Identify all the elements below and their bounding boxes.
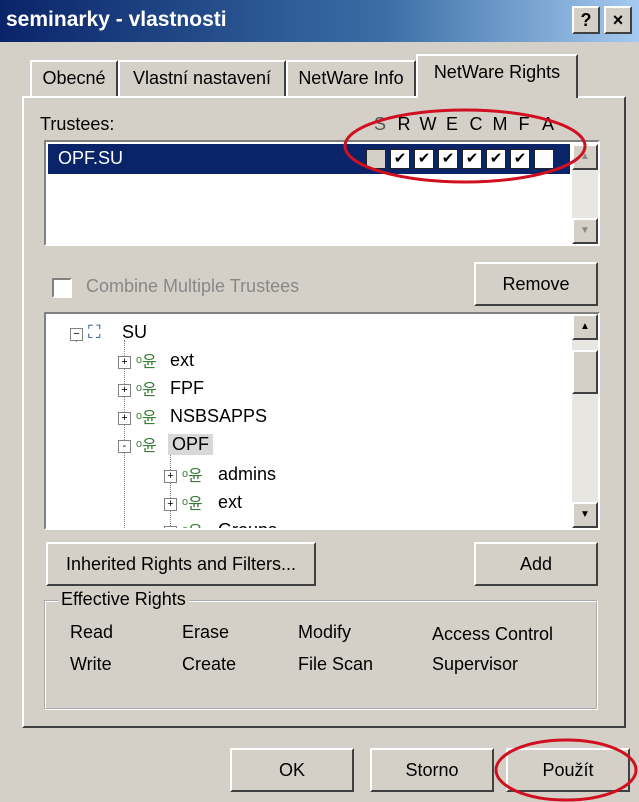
right-erase: Erase [182, 622, 230, 642]
expander-admins[interactable]: + [164, 470, 177, 483]
ok-button[interactable]: OK [230, 748, 354, 792]
right-modify: Modify [298, 622, 352, 642]
expander-su[interactable]: − [70, 328, 83, 341]
remove-button[interactable]: Remove [474, 262, 598, 306]
window-title: seminarky - vlastnosti [6, 8, 227, 31]
container-icon: ᵒ윤 [182, 496, 203, 513]
right-supervisor: Supervisor [432, 654, 519, 674]
title-bar: seminarky - vlastnosti ? × [0, 0, 639, 42]
container-icon: ᵒ윤 [136, 354, 157, 371]
combine-trustees-label: Combine Multiple Trustees [86, 276, 300, 296]
right-read: Read [70, 622, 114, 642]
container-icon: ᵒ윤 [182, 518, 203, 528]
scroll-down-icon[interactable]: ▼ [572, 502, 598, 528]
scroll-thumb[interactable] [572, 350, 598, 394]
expander-ext[interactable]: + [118, 356, 131, 369]
close-button[interactable]: × [604, 6, 632, 34]
scroll-down-icon[interactable]: ▼ [572, 218, 598, 244]
container-icon: ᵒ윤 [136, 410, 157, 427]
right-create: Create [182, 654, 237, 674]
right-file-scan: File Scan [298, 654, 374, 674]
tree-scrollbar[interactable]: ▲ ▼ [572, 314, 598, 528]
tree-node-opf[interactable]: OPF [168, 434, 214, 455]
tree-node-su[interactable]: SU [122, 322, 147, 343]
expander-opf[interactable]: - [118, 440, 131, 453]
right-access-control: Access Control [432, 624, 554, 644]
trustee-name: OPF.SU [58, 148, 124, 168]
add-button[interactable]: Add [474, 542, 598, 586]
annotation-ellipse-rights [343, 108, 587, 184]
help-button[interactable]: ? [572, 6, 600, 34]
expander-groups[interactable]: + [164, 526, 177, 528]
expander-ext-2[interactable]: + [164, 498, 177, 511]
cancel-button[interactable]: Storno [370, 748, 494, 792]
tab-netware-info[interactable]: NetWare Info [286, 60, 416, 96]
tree-node-fpf[interactable]: FPF [170, 378, 204, 399]
container-icon: ᵒ윤 [136, 382, 157, 399]
right-write: Write [70, 654, 112, 674]
effective-rights-title: Effective Rights [58, 589, 189, 610]
tab-netware-rights[interactable]: NetWare Rights [416, 54, 578, 98]
directory-tree[interactable]: − ⛶ SU + ᵒ윤 ext + ᵒ윤 FPF + ᵒ윤 NSBSAPPS -… [44, 312, 600, 530]
trustees-label: Trustees: [40, 114, 115, 134]
tree-node-admins[interactable]: admins [218, 464, 276, 485]
tree-node-ext-2[interactable]: ext [218, 492, 242, 513]
inherited-rights-button[interactable]: Inherited Rights and Filters... [46, 542, 316, 586]
tab-vlastni-nastaveni[interactable]: Vlastní nastavení [118, 60, 286, 96]
organization-icon: ⛶ [88, 322, 101, 342]
annotation-ellipse-apply [494, 738, 638, 802]
expander-nsbsapps[interactable]: + [118, 412, 131, 425]
expander-fpf[interactable]: + [118, 384, 131, 397]
container-icon: ᵒ윤 [182, 468, 203, 485]
scroll-up-icon[interactable]: ▲ [572, 314, 598, 340]
tree-node-groups[interactable]: Groups [218, 520, 277, 528]
tree-node-ext[interactable]: ext [170, 350, 194, 371]
combine-trustees-checkbox[interactable] [52, 278, 72, 298]
tree-node-nsbsapps[interactable]: NSBSAPPS [170, 406, 267, 427]
tab-obecne[interactable]: Obecné [30, 60, 118, 96]
container-icon: ᵒ윤 [136, 438, 157, 455]
